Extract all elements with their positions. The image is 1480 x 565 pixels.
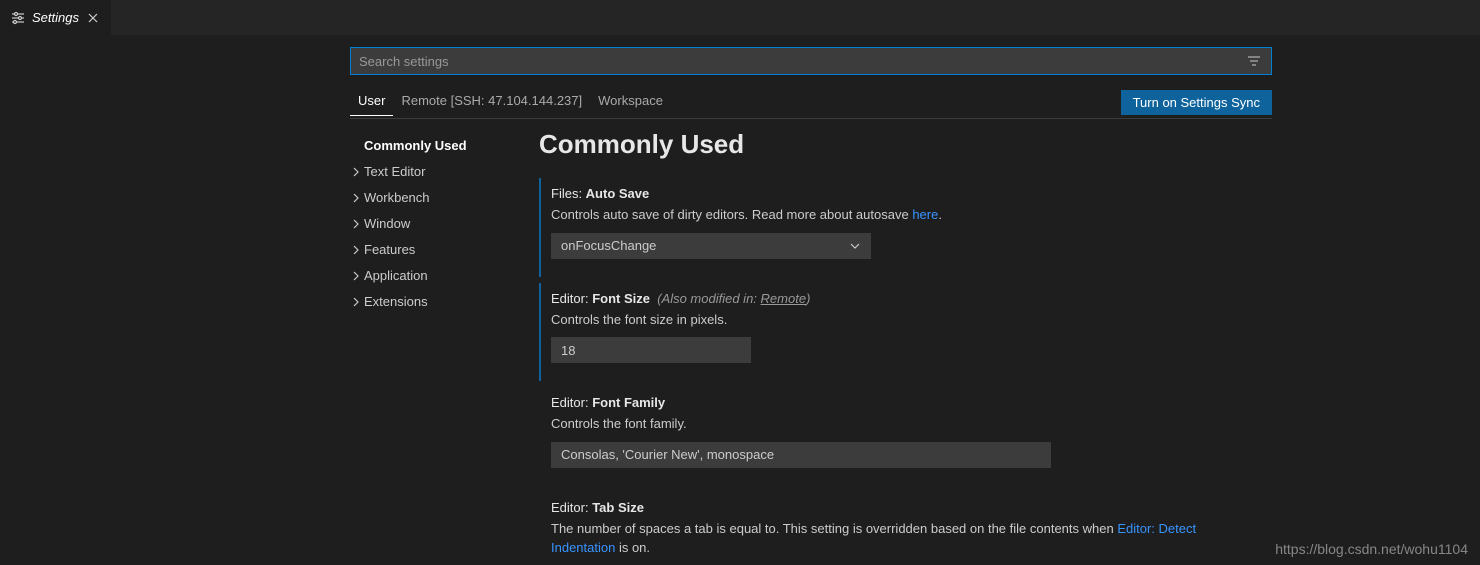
chevron-right-icon: [350, 244, 364, 256]
toc-item-extensions[interactable]: Extensions: [350, 289, 525, 315]
search-input[interactable]: [359, 54, 1245, 69]
gutter-left: [0, 47, 350, 565]
modified-scope-link[interactable]: Remote: [761, 291, 807, 306]
settings-search[interactable]: ✕: [350, 47, 1272, 75]
scope-tab-remote[interactable]: Remote [SSH: 47.104.144.237]: [393, 93, 590, 115]
scope-row: User Remote [SSH: 47.104.144.237] Worksp…: [350, 89, 1272, 119]
tab-title: Settings: [32, 10, 79, 25]
toc-label: Workbench: [364, 187, 430, 209]
toc-label: Commonly Used: [364, 135, 467, 157]
desc-text: Controls auto save of dirty editors. Rea…: [551, 207, 912, 222]
desc-text-after: .: [938, 207, 942, 222]
setting-prefix: Editor:: [551, 291, 592, 306]
settings-icon: [10, 10, 26, 26]
auto-save-select[interactable]: onFocusChange: [551, 233, 871, 259]
body-row: Commonly Used Text Editor Workbench Wind…: [350, 129, 1272, 565]
chevron-right-icon: [350, 218, 364, 230]
chevron-right-icon: [350, 270, 364, 282]
toc-item-features[interactable]: Features: [350, 237, 525, 263]
setting-prefix: Editor:: [551, 500, 592, 515]
toc-label: Application: [364, 265, 428, 287]
setting-prefix: Editor:: [551, 395, 592, 410]
settings-sync-button[interactable]: Turn on Settings Sync: [1121, 90, 1272, 115]
main: ✕ User Remote [SSH: 47.104.144.237] Work…: [0, 35, 1480, 565]
watermark: https://blog.csdn.net/wohu1104: [1275, 541, 1468, 557]
toc-item-application[interactable]: Application: [350, 263, 525, 289]
chevron-down-icon: [849, 240, 861, 252]
toc-item-workbench[interactable]: Workbench: [350, 185, 525, 211]
scope-tab-user[interactable]: User: [350, 93, 393, 116]
setting-name: Font Family: [592, 395, 665, 410]
select-value: onFocusChange: [561, 238, 656, 253]
setting-title: Editor: Font Size (Also modified in: Rem…: [551, 291, 1262, 306]
autosave-link[interactable]: here: [912, 207, 938, 222]
section-title: Commonly Used: [539, 129, 1262, 160]
setting-description: The number of spaces a tab is equal to. …: [551, 519, 1262, 558]
setting-description: Controls auto save of dirty editors. Rea…: [551, 205, 1262, 225]
setting-name: Tab Size: [592, 500, 644, 515]
toc-item-commonly-used[interactable]: Commonly Used: [350, 133, 525, 159]
font-family-input[interactable]: [551, 442, 1051, 468]
tab-settings[interactable]: Settings: [0, 0, 111, 35]
setting-editor-font-size: Editor: Font Size (Also modified in: Rem…: [539, 283, 1262, 382]
desc-text: The number of spaces a tab is equal to. …: [551, 521, 1117, 536]
setting-name: Auto Save: [586, 186, 650, 201]
close-icon[interactable]: [85, 10, 101, 26]
filter-icon[interactable]: [1245, 52, 1263, 70]
setting-files-auto-save: Files: Auto Save Controls auto save of d…: [539, 178, 1262, 277]
tab-bar: Settings: [0, 0, 1480, 35]
scope-tab-workspace[interactable]: Workspace: [590, 93, 671, 115]
desc-text-after: is on.: [615, 540, 650, 555]
setting-title: Editor: Font Family: [551, 395, 1262, 410]
settings-content: ✕ User Remote [SSH: 47.104.144.237] Work…: [350, 47, 1302, 565]
setting-editor-font-family: Editor: Font Family Controls the font fa…: [539, 387, 1262, 486]
font-size-input[interactable]: [551, 337, 751, 363]
chevron-right-icon: [350, 192, 364, 204]
toc-label: Extensions: [364, 291, 428, 313]
setting-editor-tab-size: Editor: Tab Size The number of spaces a …: [539, 492, 1262, 565]
toc-label: Features: [364, 239, 415, 261]
settings-toc: Commonly Used Text Editor Workbench Wind…: [350, 129, 535, 565]
toc-item-text-editor[interactable]: Text Editor: [350, 159, 525, 185]
setting-description: Controls the font size in pixels.: [551, 310, 1262, 330]
chevron-right-icon: [350, 166, 364, 178]
setting-prefix: Files:: [551, 186, 586, 201]
scope-tabs: User Remote [SSH: 47.104.144.237] Worksp…: [350, 93, 671, 115]
setting-description: Controls the font family.: [551, 414, 1262, 434]
setting-name: Font Size: [592, 291, 650, 306]
toc-item-window[interactable]: Window: [350, 211, 525, 237]
toc-label: Window: [364, 213, 410, 235]
toc-label: Text Editor: [364, 161, 425, 183]
modified-note: (Also modified in: Remote): [657, 291, 810, 306]
settings-pane: Commonly Used Files: Auto Save Controls …: [535, 129, 1272, 565]
setting-title: Editor: Tab Size: [551, 500, 1262, 515]
chevron-right-icon: [350, 296, 364, 308]
setting-title: Files: Auto Save: [551, 186, 1262, 201]
